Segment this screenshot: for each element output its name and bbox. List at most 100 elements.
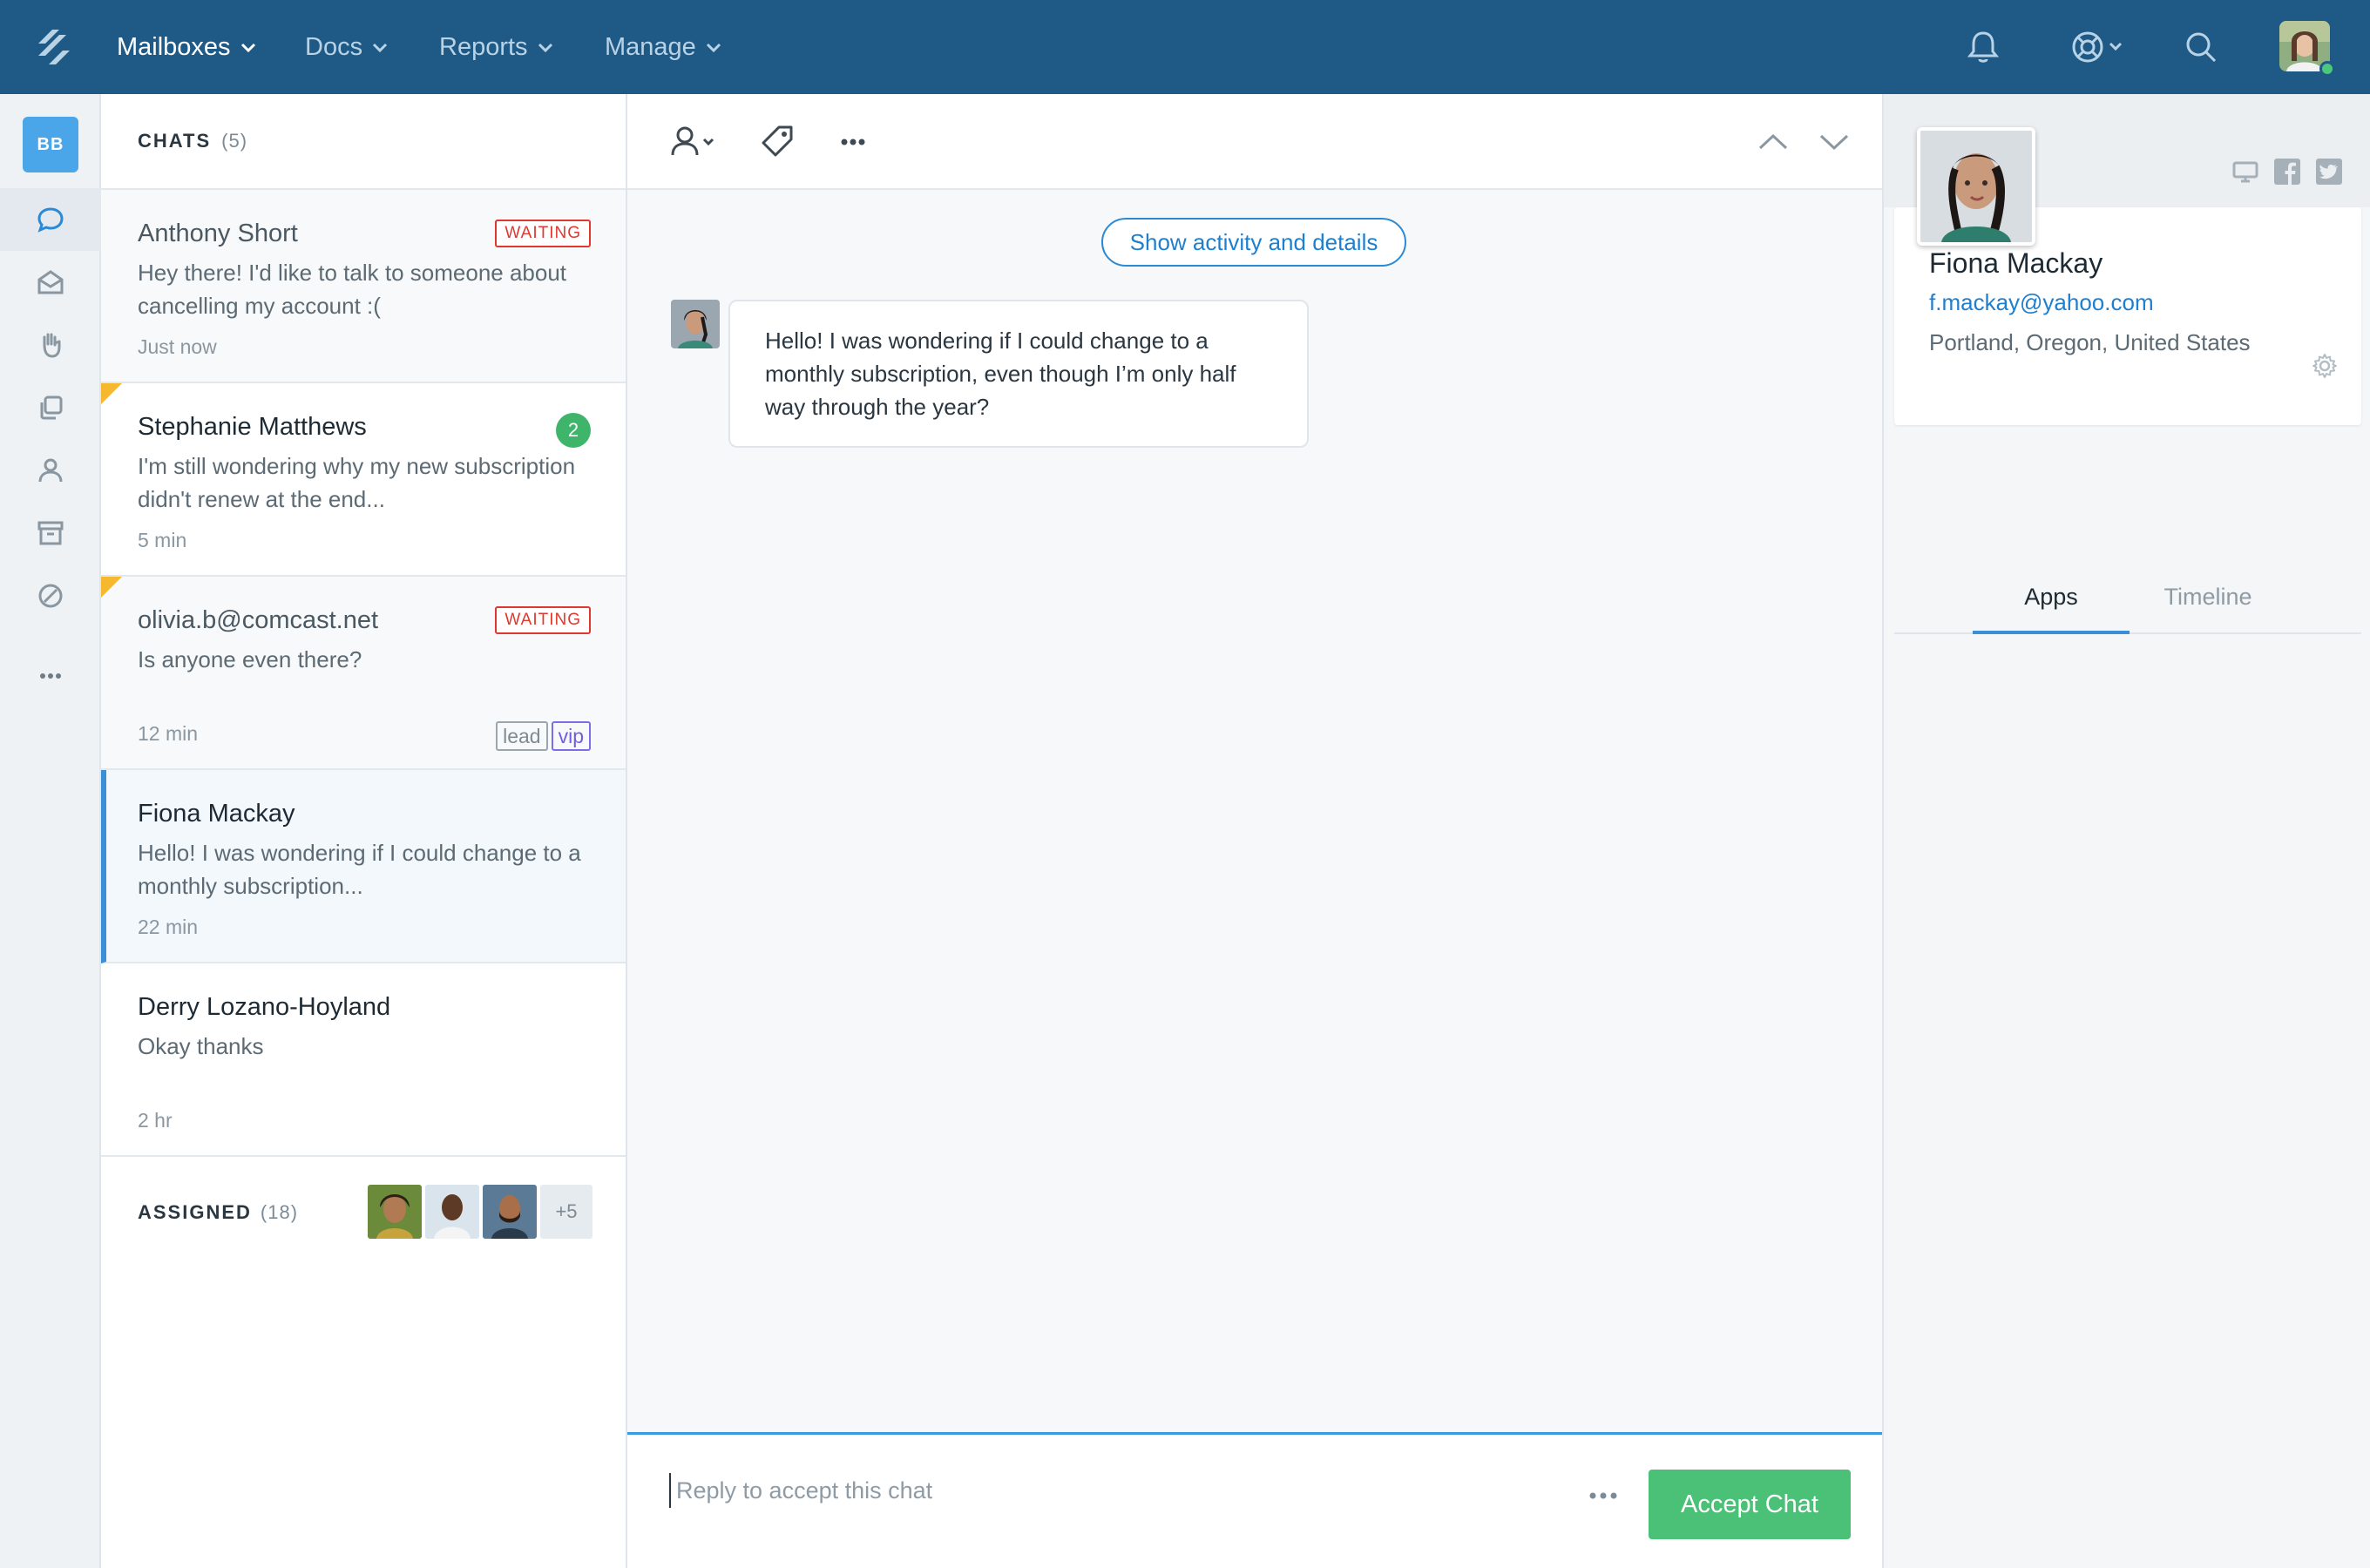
chat-customer-name: Stephanie Matthews	[138, 413, 367, 441]
assign-user-icon[interactable]	[667, 120, 723, 164]
waiting-badge: WAITING	[495, 606, 591, 634]
assigned-label: ASSIGNED	[138, 1201, 252, 1223]
chat-time: 12 min	[138, 722, 199, 745]
monitor-icon[interactable]	[2231, 157, 2260, 186]
chevron-down-icon	[240, 43, 255, 53]
rail-spam[interactable]	[0, 564, 101, 627]
customer-message: Hello! I was wondering if I could change…	[728, 300, 1309, 448]
chat-tags: lead vip	[496, 721, 591, 751]
agent-avatar-image	[483, 1185, 537, 1239]
more-dots-icon[interactable]	[831, 120, 875, 164]
chat-customer-name: Fiona Mackay	[138, 800, 295, 828]
chat-preview-text: Hello! I was wondering if I could change…	[138, 840, 581, 899]
rail-chat[interactable]	[0, 188, 101, 251]
mailbox-badge[interactable]: BB	[23, 117, 78, 172]
help-lifebuoy-icon[interactable]	[2065, 24, 2128, 70]
chats-count: (5)	[221, 130, 248, 152]
hand-icon	[43, 333, 61, 358]
priority-flag-icon	[101, 383, 122, 404]
left-rail: BB	[0, 94, 101, 1568]
conversation-panel: Show activity and details Hello! I was w…	[627, 94, 1882, 1568]
assigned-avatars: +5	[368, 1185, 592, 1239]
nav-manage-label: Manage	[605, 33, 696, 61]
chevron-up-icon[interactable]	[1751, 120, 1795, 164]
customer-photo	[1917, 127, 2035, 246]
bell-icon[interactable]	[1960, 24, 2006, 70]
chat-customer-name: Derry Lozano-Hoyland	[138, 993, 391, 1021]
chat-preview-text: Hey there! I'd like to talk to someone a…	[138, 260, 567, 319]
nav-docs[interactable]: Docs	[305, 0, 389, 94]
chat-list-item[interactable]: Anthony Short WAITING Hey there! I'd lik…	[101, 190, 626, 383]
more-dots-icon	[40, 673, 61, 679]
envelope-open-icon	[37, 270, 64, 294]
customer-avatar-image	[671, 300, 720, 348]
nav-docs-label: Docs	[305, 33, 363, 61]
chat-list-item[interactable]: olivia.b@comcast.net WAITING Is anyone e…	[101, 577, 626, 770]
helpscout-logo-icon[interactable]	[33, 26, 75, 68]
nav-mailboxes[interactable]: Mailboxes	[117, 0, 257, 94]
blocked-icon	[38, 584, 63, 608]
customer-profile-panel: Fiona Mackay f.mackay@yahoo.com Portland…	[1882, 94, 2370, 1568]
chevron-down-icon	[538, 43, 552, 53]
tag-icon[interactable]	[756, 120, 800, 164]
chats-title: CHATS	[138, 130, 212, 152]
rail-inbox[interactable]	[0, 251, 101, 314]
chats-header: CHATS (5)	[101, 94, 626, 190]
waiting-badge: WAITING	[495, 220, 591, 247]
reply-input[interactable]	[669, 1473, 1453, 1508]
online-status-dot	[2319, 61, 2335, 77]
priority-flag-icon	[101, 577, 122, 598]
more-options-icon[interactable]	[1586, 1487, 1621, 1504]
social-links	[2231, 157, 2344, 186]
chevron-down-icon	[706, 43, 721, 53]
tag-lead[interactable]: lead	[496, 721, 548, 751]
customer-photo-image	[1920, 131, 2032, 242]
accept-chat-button[interactable]: Accept Chat	[1649, 1470, 1851, 1539]
chat-list-item[interactable]: Derry Lozano-Hoyland Okay thanks 2 hr	[101, 963, 626, 1157]
assigned-section[interactable]: ASSIGNED (18) +5	[101, 1157, 626, 1268]
tag-vip[interactable]: vip	[551, 721, 591, 751]
chat-bubble-icon	[37, 207, 64, 233]
facebook-icon[interactable]	[2272, 157, 2302, 186]
unread-count-badge: 2	[556, 413, 591, 448]
agent-avatar[interactable]	[483, 1185, 537, 1239]
chat-list-item-selected[interactable]: Fiona Mackay Hello! I was wondering if I…	[101, 770, 626, 963]
rail-drafts[interactable]	[0, 376, 101, 439]
chat-time: 5 min	[138, 529, 187, 551]
agent-avatar-image	[368, 1185, 422, 1239]
more-agents-badge[interactable]: +5	[540, 1185, 592, 1239]
show-activity-button[interactable]: Show activity and details	[1101, 218, 1406, 267]
chevron-down-icon	[373, 43, 388, 53]
search-icon[interactable]	[2178, 24, 2224, 70]
chat-time: 22 min	[138, 916, 199, 938]
customer-email-link[interactable]: f.mackay@yahoo.com	[1929, 289, 2154, 316]
chat-preview-text: Okay thanks	[138, 1033, 264, 1059]
rail-more[interactable]	[0, 645, 101, 707]
chat-list-panel: CHATS (5) Anthony Short WAITING Hey ther…	[101, 94, 627, 1568]
gear-icon[interactable]	[2311, 352, 2339, 380]
chat-time: Just now	[138, 335, 217, 358]
tab-timeline[interactable]: Timeline	[2130, 564, 2286, 634]
tab-apps[interactable]: Apps	[1973, 564, 2130, 634]
chat-list-item[interactable]: Stephanie Matthews 2 I'm still wondering…	[101, 383, 626, 577]
chevron-down-icon[interactable]	[1812, 120, 1856, 164]
chat-preview-text: I'm still wondering why my new subscript…	[138, 453, 576, 512]
nav-manage[interactable]: Manage	[605, 0, 722, 94]
customer-location: Portland, Oregon, United States	[1929, 329, 2251, 355]
chat-preview-text: Is anyone even there?	[138, 646, 362, 672]
reply-area: Accept Chat	[627, 1432, 1882, 1568]
chat-time: 2 hr	[138, 1109, 173, 1132]
rail-assigned[interactable]	[0, 314, 101, 376]
top-navigation: Mailboxes Docs Reports Manage	[0, 0, 2370, 94]
agent-avatar-image	[425, 1185, 479, 1239]
twitter-icon[interactable]	[2314, 157, 2344, 186]
rail-archive[interactable]	[0, 502, 101, 564]
conversation-toolbar	[627, 94, 1882, 190]
person-icon	[38, 458, 63, 483]
nav-reports[interactable]: Reports	[439, 0, 554, 94]
agent-avatar[interactable]	[368, 1185, 422, 1239]
assigned-count: (18)	[260, 1201, 299, 1223]
profile-tabs: Apps Timeline	[1894, 564, 2361, 634]
rail-customers[interactable]	[0, 439, 101, 502]
agent-avatar[interactable]	[425, 1185, 479, 1239]
